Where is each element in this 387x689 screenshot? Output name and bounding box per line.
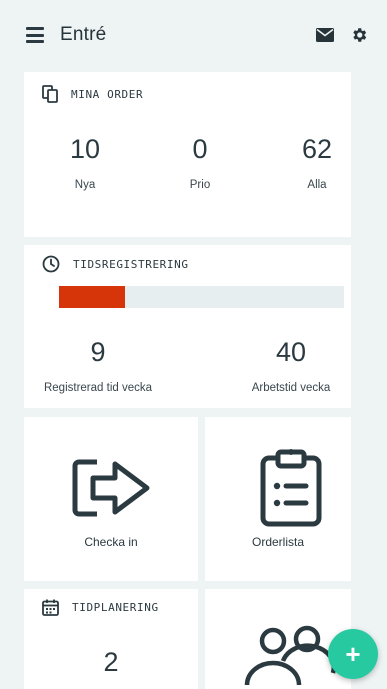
orders-prio-stat[interactable]: 0 Prio [155,134,245,191]
gear-icon[interactable] [349,25,369,45]
orders-all-value: 62 [301,134,333,164]
envelope-icon[interactable] [315,25,335,45]
working-time-label: Arbetstid vecka [251,382,331,394]
app: Entré MINA ORDER 10 Nya 0 Prio 62 Alla T… [0,0,387,689]
check-in-tile[interactable]: Checka in [24,417,198,581]
working-time-stat: 40 Arbetstid vecka [216,337,366,394]
plus-icon: + [345,639,361,669]
calendar-icon [42,599,59,616]
my-orders-card[interactable]: MINA ORDER 10 Nya 0 Prio 62 Alla [24,72,351,237]
clipboard-copy-icon [42,85,58,103]
add-fab-button[interactable]: + [328,629,378,679]
orders-new-stat[interactable]: 10 Nya [40,134,130,191]
weekly-time-progress-bar [59,286,344,308]
orders-prio-value: 0 [192,134,208,164]
working-time-value: 40 [275,337,307,367]
check-in-label: Checka in [84,535,138,549]
time-planning-stat: 2 [66,647,156,678]
orders-new-value: 10 [69,134,101,164]
time-registration-header: TIDSREGISTRERING [42,254,189,274]
orders-all-label: Alla [307,179,327,191]
order-list-label: Orderlista [251,535,304,549]
registered-time-stat: 9 Registrerad tid vecka [17,337,179,394]
time-planning-value: 2 [103,647,119,677]
users-tile[interactable] [205,589,351,689]
weekly-time-progress-fill [59,286,125,308]
registered-time-label: Registrerad tid vecka [43,382,153,394]
time-planning-header: TIDPLANERING [42,597,159,617]
time-registration-title: TIDSREGISTRERING [73,257,189,271]
page-title: Entré [60,24,107,45]
clock-icon [42,255,60,273]
time-planning-tile[interactable]: TIDPLANERING 2 [24,589,198,689]
my-orders-header: MINA ORDER [42,84,143,104]
hamburger-menu-icon[interactable] [26,27,44,43]
time-registration-card[interactable]: TIDSREGISTRERING 9 Registrerad tid vecka… [24,245,351,408]
registered-time-value: 9 [90,337,106,367]
order-list-tile[interactable]: Orderlista [205,417,351,581]
my-orders-title: MINA ORDER [71,87,144,101]
orders-all-stat[interactable]: 62 Alla [272,134,362,191]
time-planning-title: TIDPLANERING [72,600,159,614]
orders-new-label: Nya [74,179,96,191]
clipboard-list-icon [260,449,322,527]
top-bar: Entré [0,0,387,70]
sign-in-arrow-icon [72,459,150,517]
orders-prio-label: Prio [189,179,211,191]
